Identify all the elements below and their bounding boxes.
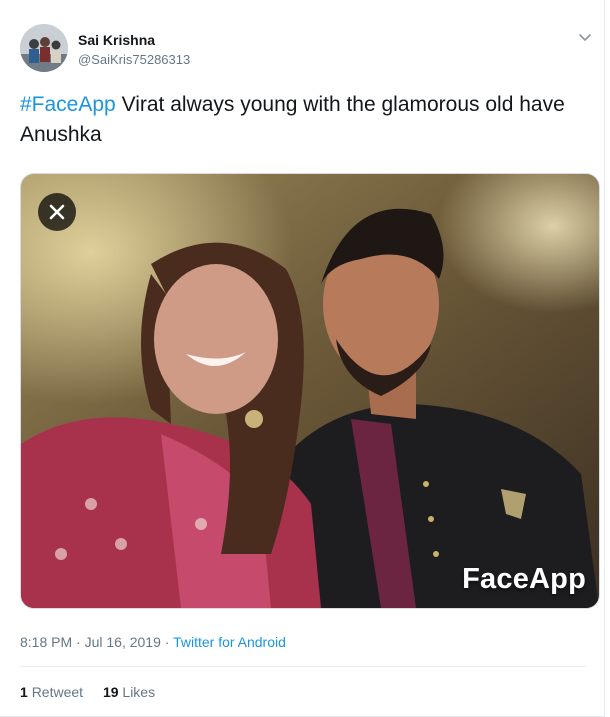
tweet-card: Sai Krishna @SaiKris75286313 #FaceApp Vi… bbox=[0, 0, 605, 717]
display-name[interactable]: Sai Krishna bbox=[78, 32, 155, 48]
meta-separator: · bbox=[160, 634, 174, 650]
tweet-text: #FaceApp Virat always young with the gla… bbox=[20, 90, 580, 150]
photo-image bbox=[21, 174, 599, 608]
hashtag-link[interactable]: #FaceApp bbox=[20, 93, 116, 116]
chevron-down-icon[interactable] bbox=[578, 30, 592, 44]
likes-label: Likes bbox=[122, 684, 156, 700]
tweet-meta: 8:18 PM · Jul 16, 2019 · Twitter for And… bbox=[20, 634, 286, 650]
tweet-source-link[interactable]: Twitter for Android bbox=[173, 634, 286, 650]
user-handle[interactable]: @SaiKris75286313 bbox=[78, 52, 190, 67]
retweets-count: 1 bbox=[20, 684, 28, 700]
close-icon[interactable] bbox=[38, 193, 76, 231]
tweet-timestamp[interactable]: 8:18 PM · Jul 16, 2019 bbox=[20, 634, 161, 650]
avatar[interactable] bbox=[20, 24, 68, 72]
likes-count: 19 bbox=[102, 684, 119, 700]
faceapp-watermark: FaceApp bbox=[462, 563, 586, 595]
divider bbox=[20, 666, 586, 667]
retweets-stat[interactable]: 1 Retweet bbox=[20, 684, 83, 700]
retweets-label: Retweet bbox=[31, 684, 84, 700]
tweet-stats: 1 Retweet 19 Likes bbox=[20, 684, 171, 700]
avatar-photo bbox=[20, 24, 68, 72]
likes-stat[interactable]: 19 Likes bbox=[103, 684, 155, 700]
tweet-photo[interactable]: FaceApp bbox=[20, 173, 600, 609]
